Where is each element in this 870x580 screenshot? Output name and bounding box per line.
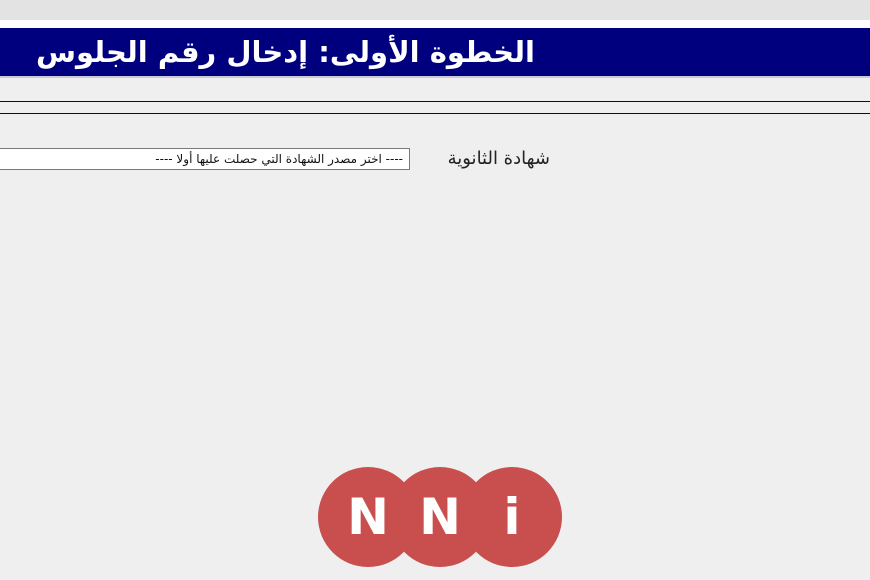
title-bar: الخطوة الأولى: إدخال رقم الجلوس [0,28,870,78]
top-strip [0,0,870,20]
certificate-label: شهادة الثانوية [447,148,550,169]
certificate-source-select[interactable]: ---- اختر مصدر الشهادة التي حصلت عليها أ… [0,148,410,170]
logo-circle-3: i [462,467,562,567]
page-title: الخطوة الأولى: إدخال رقم الجلوس [35,35,535,69]
bottom-rule [0,113,870,114]
nni-logo: N N i [318,467,562,567]
top-rule [0,101,870,102]
logo-letter-3: i [503,488,521,546]
certificate-source-select-value: ---- اختر مصدر الشهادة التي حصلت عليها أ… [155,152,403,166]
top-divider [0,20,870,28]
